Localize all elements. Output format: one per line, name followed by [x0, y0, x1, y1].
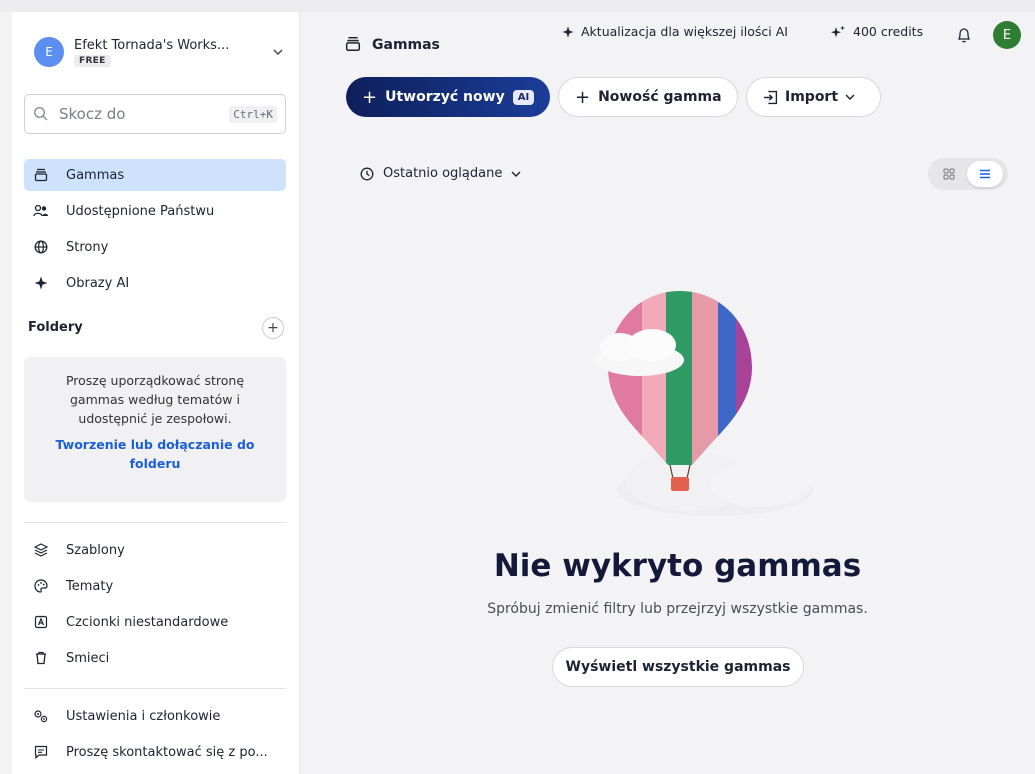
new-gamma-button[interactable]: + Nowość gamma	[558, 77, 738, 117]
chevron-down-icon	[845, 94, 855, 100]
sidebar-item-label: Strony	[66, 239, 109, 255]
cards-stack-icon	[32, 166, 50, 184]
font-icon	[32, 613, 50, 631]
view-all-gammas-button[interactable]: Wyświetl wszystkie gammas	[552, 647, 804, 687]
sparkle-icon	[32, 274, 50, 292]
page-title-text: Gammas	[372, 37, 440, 53]
sidebar-item-fonts[interactable]: Czcionki niestandardowe	[24, 606, 286, 638]
folders-heading: Foldery	[28, 320, 83, 335]
sidebar-item-shared[interactable]: Udostępnione Państwu	[24, 195, 286, 227]
sidebar-item-label: Szablony	[66, 542, 125, 558]
sidebar-item-label: Czcionki niestandardowe	[66, 614, 229, 630]
palette-icon	[32, 577, 50, 595]
bell-icon[interactable]	[956, 26, 972, 44]
users-icon	[32, 202, 50, 220]
sidebar-item-label: Tematy	[66, 578, 114, 594]
empty-state-subtitle: Spróbuj zmienić filtry lub przejrzyj wsz…	[487, 601, 868, 617]
cards-stack-icon	[345, 36, 363, 54]
search-placeholder: Skocz do	[59, 105, 126, 123]
empty-state-title: Nie wykryto gammas	[493, 548, 862, 584]
sidebar-divider	[24, 522, 286, 523]
sort-dropdown[interactable]: Ostatnio oglądane	[360, 166, 522, 181]
credits-label: 400 credits	[853, 24, 924, 39]
folders-description: Proszę uporządkować stronę gammas według…	[65, 373, 245, 426]
workspace-name: Efekt Tornada's Works...	[74, 37, 230, 53]
trash-icon	[32, 649, 50, 667]
sparkle-icon	[562, 25, 574, 38]
clock-icon	[360, 167, 374, 180]
sidebar-item-label: Proszę skontaktować się z po...	[66, 744, 268, 760]
grid-icon	[943, 168, 955, 180]
grid-view-button[interactable]	[931, 161, 967, 187]
import-icon	[764, 90, 778, 104]
credits-button[interactable]: 400 credits	[830, 24, 923, 39]
sidebar: E Efekt Tornada's Works... FREE Skocz do…	[12, 12, 300, 774]
search-shortcut: Ctrl+K	[229, 105, 277, 123]
workspace-avatar: E	[34, 37, 64, 67]
sidebar-item-label: Ustawienia i członkowie	[66, 708, 221, 724]
search-icon	[33, 106, 48, 121]
workspace-switcher[interactable]: E Efekt Tornada's Works... FREE	[34, 32, 284, 72]
sidebar-item-trash[interactable]: Smieci	[24, 642, 286, 674]
sparkles-icon	[831, 25, 845, 37]
create-new-button[interactable]: + Utworzyć nowy AI	[346, 77, 550, 117]
hot-air-balloon-illustration	[596, 291, 813, 516]
sidebar-item-settings[interactable]: Ustawienia i członkowie	[24, 700, 286, 732]
new-gamma-label: Nowość gamma	[598, 89, 722, 105]
plus-icon: +	[362, 86, 378, 108]
sidebar-item-gammas[interactable]: Gammas	[24, 159, 286, 191]
sidebar-item-label: Obrazy AI	[66, 275, 130, 291]
sidebar-divider	[24, 688, 286, 689]
sort-label: Ostatnio oglądane	[383, 166, 503, 181]
chevron-down-icon	[273, 49, 283, 55]
sidebar-item-sites[interactable]: Strony	[24, 231, 286, 263]
ai-badge: AI	[512, 89, 535, 105]
list-view-button[interactable]	[967, 161, 1003, 187]
sidebar-item-templates[interactable]: Szablony	[24, 534, 286, 566]
user-avatar[interactable]: E	[993, 21, 1021, 49]
create-new-label: Utworzyć nowy	[385, 89, 505, 105]
chat-icon	[32, 743, 50, 761]
sidebar-item-themes[interactable]: Tematy	[24, 570, 286, 602]
view-toggle	[928, 158, 1008, 190]
import-label: Import	[785, 89, 839, 105]
plus-icon: +	[575, 86, 591, 108]
plus-icon: +	[267, 320, 279, 336]
sidebar-item-label: Udostępnione Państwu	[66, 203, 215, 219]
top-strip	[0, 0, 1035, 12]
search-box[interactable]: Skocz do Ctrl+K	[24, 94, 286, 134]
upgrade-label: Aktualizacja dla większej ilości AI	[581, 24, 788, 39]
list-icon	[980, 169, 990, 179]
plan-badge: FREE	[74, 54, 111, 67]
import-button[interactable]: Import	[746, 77, 881, 117]
page-title: Gammas	[345, 36, 440, 54]
add-folder-button[interactable]: +	[262, 317, 284, 339]
upgrade-link[interactable]: Aktualizacja dla większej ilości AI	[562, 24, 788, 39]
chevron-down-icon	[511, 171, 521, 177]
gears-icon	[32, 707, 50, 725]
sidebar-item-contact[interactable]: Proszę skontaktować się z po...	[24, 736, 286, 768]
sidebar-item-ai-images[interactable]: Obrazy AI	[24, 267, 286, 299]
layers-icon	[32, 541, 50, 559]
globe-icon	[32, 238, 50, 256]
create-folder-link[interactable]: Tworzenie lub dołączanie do folderu	[42, 435, 268, 473]
sidebar-item-label: Smieci	[66, 650, 110, 666]
sidebar-item-label: Gammas	[66, 167, 125, 183]
folders-empty-box: Proszę uporządkować stronę gammas według…	[24, 357, 286, 502]
